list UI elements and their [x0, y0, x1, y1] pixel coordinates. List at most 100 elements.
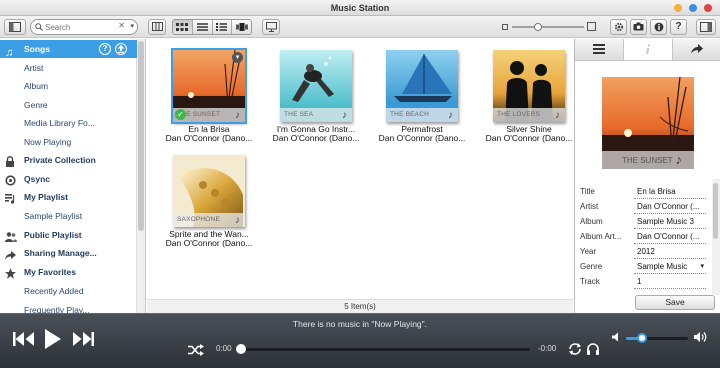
tab-list[interactable]: [575, 39, 624, 60]
playlist-icon: [5, 192, 16, 204]
upload-icon[interactable]: [115, 43, 127, 55]
field-label: Year: [580, 247, 597, 256]
sidebar-item-recently-added[interactable]: Recently Added: [0, 282, 137, 300]
grid-icon: [176, 23, 189, 31]
song-card[interactable]: THE LOVERS ♪ Silver Shine Dan O'Connor (Dan…: [477, 42, 581, 146]
field-value[interactable]: Dan O'Connor (...: [634, 201, 706, 214]
album-cover[interactable]: THE SUNSET ♪ ✓ ▾: [171, 48, 247, 124]
search-options-dropdown-icon[interactable]: ▾: [130, 22, 134, 30]
field-value[interactable]: Sample Music 3: [634, 216, 706, 229]
field-genre: Genre Sample Music ▾: [580, 261, 710, 275]
shuffle-button[interactable]: [188, 344, 204, 356]
repeat-button[interactable]: [568, 342, 582, 356]
sidebar-item-album[interactable]: Album: [0, 77, 137, 95]
volume-slider[interactable]: [626, 333, 688, 343]
song-card[interactable]: SAXOPHONE ♪ Sprite and the Wan... Dan O'Con…: [157, 147, 261, 251]
item-menu-icon[interactable]: ▾: [232, 52, 243, 63]
sidebar-item-private-collection[interactable]: Private Collection: [0, 151, 137, 169]
remaining-time: -0:00: [538, 344, 557, 353]
album-cover[interactable]: SAXOPHONE ♪: [173, 155, 245, 227]
player-bar: There is no music in "Now Playing". 0:00…: [0, 313, 720, 368]
sidebar-item-genre[interactable]: Genre: [0, 96, 137, 114]
coverflow-view-button[interactable]: [232, 20, 251, 34]
information-button[interactable]: [650, 19, 667, 35]
sidebar-item-frequently-play[interactable]: Frequently Play...: [0, 301, 137, 313]
song-card[interactable]: THE BEACH ♪ Permafrost Dan O'Connor (Dano..…: [370, 42, 474, 146]
details-scrollbar[interactable]: [712, 179, 720, 295]
volume-high-icon[interactable]: [694, 331, 708, 343]
sidebar-item-songs[interactable]: ♫ Songs?: [0, 40, 137, 59]
sidebar-scrollbar[interactable]: [136, 39, 145, 313]
close-window-button[interactable]: [704, 4, 712, 12]
details-scroll-thumb[interactable]: [713, 183, 718, 239]
thumbnail-view-button[interactable]: [173, 20, 193, 34]
sidebar-scroll-thumb[interactable]: [138, 41, 144, 231]
field-label: Artist: [580, 202, 599, 211]
sidebar-item-label: My Favorites: [24, 267, 76, 277]
headphones-button[interactable]: [586, 342, 600, 356]
sidebar-item-label: Recently Added: [24, 286, 84, 296]
sidebar-icon: [9, 22, 21, 32]
next-track-button[interactable]: [72, 332, 94, 346]
sidebar-item-now-playing[interactable]: Now Playing: [0, 133, 137, 151]
song-card[interactable]: THE SUNSET ♪ ✓ ▾ En la Brisa Dan O'Connor (Da…: [157, 42, 261, 146]
progress-knob[interactable]: [236, 344, 246, 354]
help-button[interactable]: ?: [670, 19, 687, 35]
sidebar-item-sharing-manage[interactable]: Sharing Manage...: [0, 244, 137, 262]
field-value[interactable]: Sample Music ▾: [634, 261, 706, 274]
volume-low-icon[interactable]: [612, 332, 622, 342]
search-clear-icon[interactable]: ✕: [118, 21, 125, 30]
field-value[interactable]: 2012: [634, 246, 706, 259]
sidebar-item-sample-playlist[interactable]: Sample Playlist: [0, 207, 137, 225]
snapshot-button[interactable]: [630, 19, 647, 35]
tab-share[interactable]: [673, 39, 720, 60]
sidebar-item-qsync[interactable]: Qsync: [0, 170, 137, 188]
album-cover[interactable]: THE BEACH ♪: [386, 50, 458, 122]
album-cover[interactable]: THE SEA ♪: [280, 50, 352, 122]
album-art: THE SUNSET ♪: [602, 77, 694, 169]
play-button[interactable]: [45, 329, 61, 349]
minimize-window-button[interactable]: [674, 4, 682, 12]
search-box[interactable]: ✕ ▾: [30, 19, 138, 35]
field-label: Album Art...: [580, 232, 622, 241]
sidebar-item-media-library-fo[interactable]: Media Library Fo...: [0, 114, 137, 132]
sidebar-item-label: Songs: [24, 44, 50, 54]
column-view-button[interactable]: [148, 19, 166, 35]
toggle-sidebar-button[interactable]: [4, 19, 26, 35]
save-button[interactable]: Save: [635, 295, 715, 310]
list-icon: [196, 23, 208, 31]
thumbnail-size-slider[interactable]: [502, 22, 596, 32]
songs-help-icon[interactable]: ?: [99, 43, 111, 55]
previous-track-button[interactable]: [13, 332, 35, 346]
tab-info[interactable]: [624, 39, 673, 60]
field-value[interactable]: 1: [634, 276, 706, 289]
sidebar-item-my-playlist[interactable]: My Playlist: [0, 188, 137, 206]
title-bar: Music Station: [0, 0, 720, 16]
field-label: Title: [580, 187, 595, 196]
song-card[interactable]: THE SEA ♪ I'm Gonna Go Instr... Dan O'Conno…: [264, 42, 368, 146]
music-note-icon: ♫: [5, 47, 14, 59]
song-artist: Dan O'Connor (Dano...: [272, 133, 360, 143]
info-icon: [654, 22, 663, 32]
sidebar-item-label: Artist: [24, 63, 44, 73]
selected-check-icon[interactable]: ✓: [175, 109, 186, 120]
volume-knob[interactable]: [636, 333, 647, 343]
qsync-icon: [5, 174, 16, 186]
sidebar-item-artist[interactable]: Artist: [0, 59, 137, 77]
detail-view-button[interactable]: [212, 20, 233, 34]
more-options-button[interactable]: [696, 19, 716, 35]
sidebar-item-public-playlist[interactable]: Public Playlist: [0, 226, 137, 244]
small-size-icon: [502, 24, 508, 30]
field-value[interactable]: En la Brisa: [634, 186, 706, 199]
search-input[interactable]: [45, 21, 119, 33]
field-value[interactable]: Dan O'Connor (...: [634, 231, 706, 244]
progress-bar[interactable]: [236, 344, 530, 354]
maximize-window-button[interactable]: [689, 4, 697, 12]
album-cover[interactable]: THE LOVERS ♪: [493, 50, 565, 122]
sidebar-item-my-favorites[interactable]: My Favorites: [0, 263, 137, 281]
screen-mode-button[interactable]: [262, 19, 280, 35]
settings-button[interactable]: [610, 19, 627, 35]
list-view-button[interactable]: [192, 20, 213, 34]
music-note-icon: ♪: [235, 110, 240, 121]
genre-dropdown-icon[interactable]: ▾: [700, 261, 704, 273]
